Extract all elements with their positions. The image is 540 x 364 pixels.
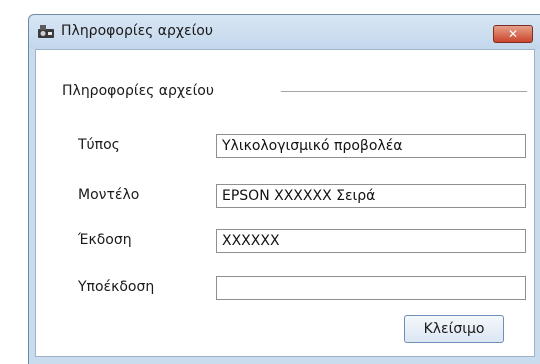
type-label: Τύπος — [78, 137, 120, 153]
dialog-body: Πληροφορίες αρχείου Τύπος Υλικολογισμικό… — [35, 49, 535, 357]
close-button[interactable]: Κλείσιμο — [404, 315, 504, 343]
model-label: Μοντέλο — [78, 187, 140, 203]
window-title: Πληροφορίες αρχείου — [61, 23, 213, 39]
type-field[interactable]: Υλικολογισμικό προβολέα — [216, 134, 526, 158]
subversion-label: Υποέκδοση — [78, 279, 155, 295]
title-bar[interactable]: Πληροφορίες αρχείου ✕ — [29, 15, 540, 49]
group-title: Πληροφορίες αρχείου — [62, 83, 214, 99]
subversion-field[interactable] — [216, 276, 526, 300]
version-field[interactable]: XXXXXX — [216, 229, 526, 253]
projector-icon — [37, 24, 55, 40]
window-close-button[interactable]: ✕ — [493, 25, 533, 43]
file-info-dialog: Πληροφορίες αρχείου ✕ Πληροφορίες αρχείο… — [28, 14, 540, 364]
close-icon: ✕ — [507, 27, 519, 41]
model-field[interactable]: EPSON XXXXXX Σειρά — [216, 184, 526, 208]
group-divider — [281, 91, 527, 92]
version-label: Έκδοση — [78, 232, 132, 248]
